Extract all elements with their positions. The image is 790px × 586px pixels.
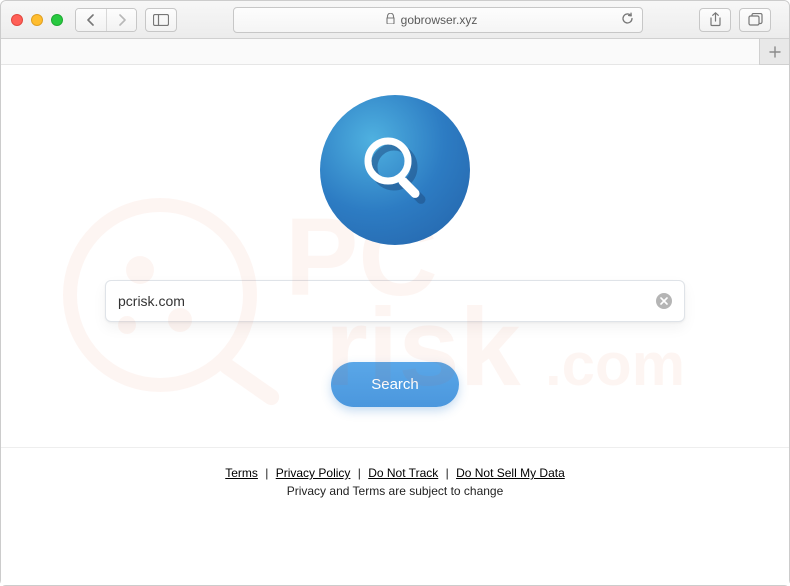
safari-window: gobrowser.xyz [0, 0, 790, 586]
footer-separator: | [446, 466, 449, 480]
footer-separator: | [265, 466, 268, 480]
footer-link-dnsmd[interactable]: Do Not Sell My Data [456, 466, 565, 480]
svg-text:.com: .com [545, 331, 685, 398]
chevron-left-icon [86, 14, 96, 26]
reload-button[interactable] [621, 12, 634, 28]
title-bar: gobrowser.xyz [1, 1, 789, 39]
footer-links: Terms | Privacy Policy | Do Not Track | … [1, 466, 789, 480]
address-bar[interactable]: gobrowser.xyz [233, 7, 643, 33]
back-button[interactable] [76, 9, 106, 31]
footer-subtext: Privacy and Terms are subject to change [1, 484, 789, 498]
reload-icon [621, 12, 634, 25]
new-tab-button[interactable] [759, 39, 789, 65]
page-content: risk .com PC [1, 65, 789, 585]
footer: Terms | Privacy Policy | Do Not Track | … [1, 447, 789, 498]
lock-icon [386, 13, 395, 27]
footer-link-privacy[interactable]: Privacy Policy [276, 466, 351, 480]
address-text-wrap: gobrowser.xyz [242, 13, 621, 27]
magnifier-icon [350, 125, 440, 215]
nav-buttons [75, 8, 137, 32]
footer-separator: | [358, 466, 361, 480]
maximize-window-button[interactable] [51, 14, 63, 26]
plus-icon [769, 46, 781, 58]
address-url: gobrowser.xyz [401, 13, 478, 27]
search-button[interactable]: Search [331, 362, 459, 407]
toolbar-right [699, 8, 779, 32]
search-input[interactable] [118, 293, 656, 309]
clear-search-button[interactable] [656, 293, 672, 309]
footer-link-dnt[interactable]: Do Not Track [368, 466, 438, 480]
share-icon [709, 12, 722, 27]
sidebar-toggle-button[interactable] [145, 8, 177, 32]
share-button[interactable] [699, 8, 731, 32]
sidebar-icon [153, 14, 169, 26]
tabs-overview-button[interactable] [739, 8, 771, 32]
forward-button[interactable] [106, 9, 136, 31]
footer-link-terms[interactable]: Terms [225, 466, 258, 480]
window-controls [11, 14, 63, 26]
minimize-window-button[interactable] [31, 14, 43, 26]
search-field-container [105, 280, 685, 322]
tab-strip [1, 39, 789, 65]
clear-x-icon [660, 297, 668, 305]
tabs-icon [748, 13, 763, 26]
address-bar-container: gobrowser.xyz [185, 7, 691, 33]
close-window-button[interactable] [11, 14, 23, 26]
chevron-right-icon [117, 14, 127, 26]
site-logo [320, 95, 470, 245]
logo-circle [320, 95, 470, 245]
